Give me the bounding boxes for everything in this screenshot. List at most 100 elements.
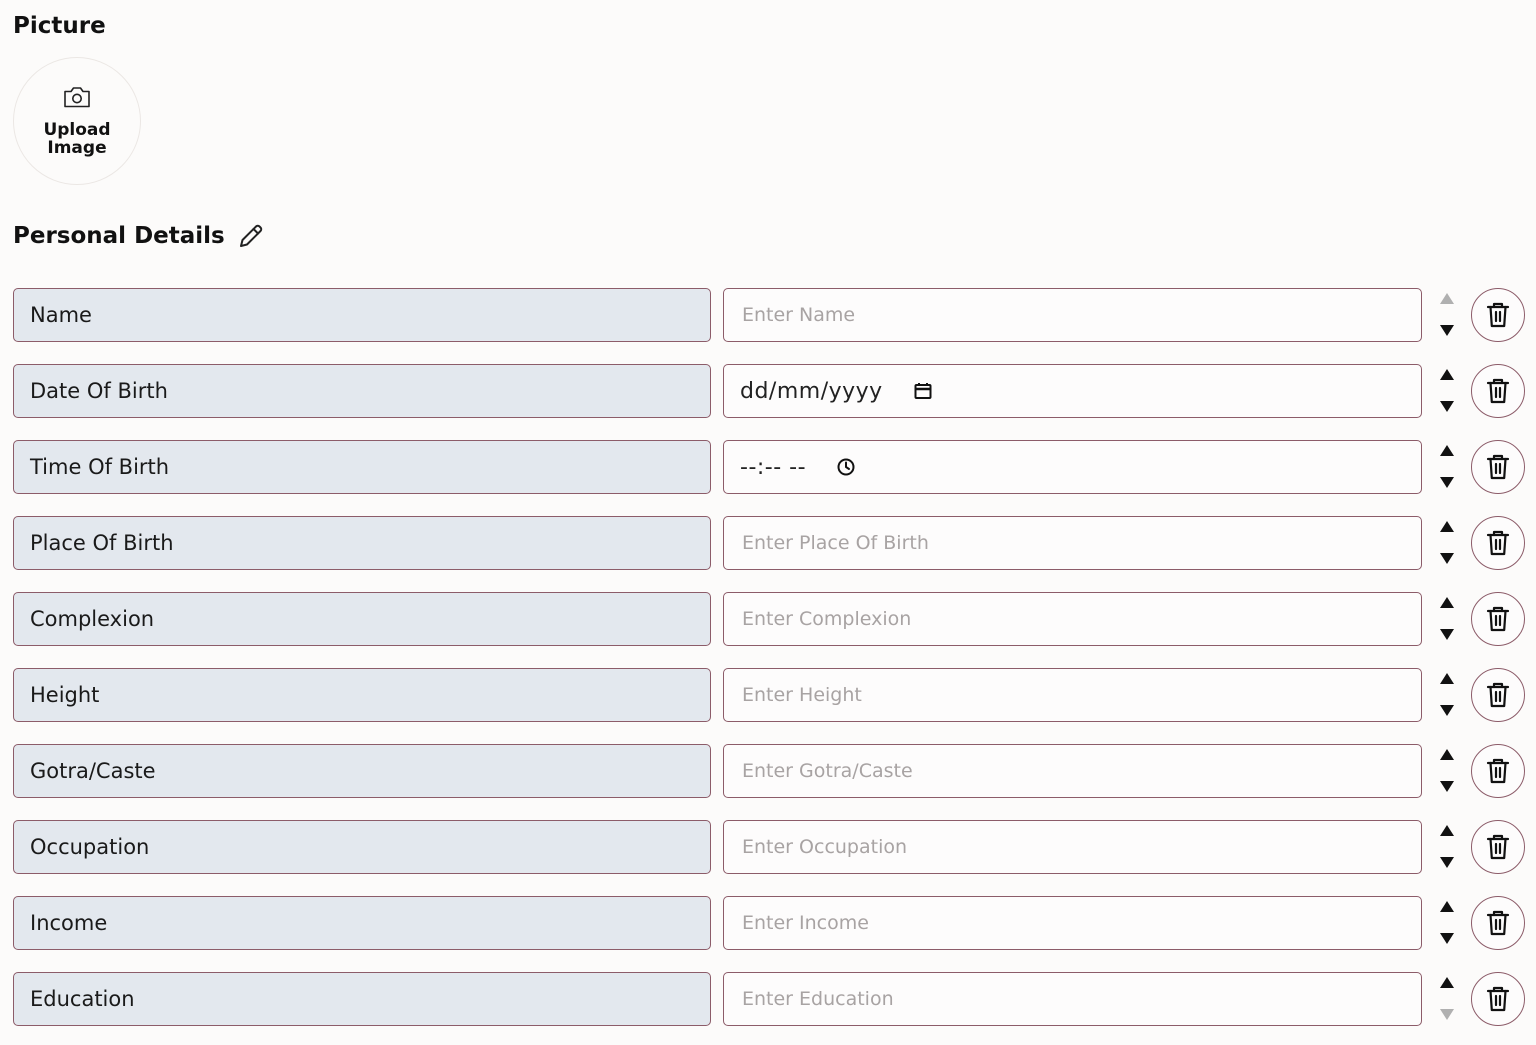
detail-value-input[interactable]	[740, 759, 1421, 783]
date-input[interactable]: dd/mm/yyyy	[740, 379, 933, 404]
detail-label-field[interactable]: Education	[13, 972, 711, 1026]
detail-value-input[interactable]	[740, 987, 1421, 1011]
detail-label-text: Gotra/Caste	[30, 759, 156, 783]
detail-label-field[interactable]: Height	[13, 668, 711, 722]
detail-value-field[interactable]	[723, 896, 1422, 950]
move-down-icon[interactable]	[1440, 705, 1454, 716]
detail-value-field[interactable]	[723, 668, 1422, 722]
detail-value-field[interactable]	[723, 744, 1422, 798]
detail-label-text: Time Of Birth	[30, 455, 170, 479]
move-up-icon[interactable]	[1440, 293, 1454, 304]
detail-label-field[interactable]: Occupation	[13, 820, 711, 874]
trash-icon	[1484, 756, 1512, 786]
detail-value-input[interactable]	[740, 531, 1421, 555]
picture-section-title: Picture	[13, 13, 106, 39]
trash-icon	[1484, 300, 1512, 330]
trash-icon	[1484, 680, 1512, 710]
delete-row-button[interactable]	[1471, 744, 1525, 798]
detail-value-field[interactable]	[723, 820, 1422, 874]
move-down-icon[interactable]	[1440, 1009, 1454, 1020]
detail-row: Gotra/Caste	[0, 744, 1536, 800]
detail-label-field[interactable]: Income	[13, 896, 711, 950]
move-up-icon[interactable]	[1440, 445, 1454, 456]
clock-icon[interactable]	[836, 457, 856, 477]
detail-value-input[interactable]	[740, 607, 1421, 631]
detail-row: Place Of Birth	[0, 516, 1536, 572]
delete-row-button[interactable]	[1471, 820, 1525, 874]
trash-icon	[1484, 832, 1512, 862]
detail-label-field[interactable]: Complexion	[13, 592, 711, 646]
detail-value-input[interactable]	[740, 683, 1421, 707]
reorder-arrows	[1437, 290, 1457, 340]
upload-image-label: Upload Image	[43, 120, 111, 158]
reorder-arrows	[1437, 746, 1457, 796]
detail-row: Education	[0, 972, 1536, 1028]
move-down-icon[interactable]	[1440, 401, 1454, 412]
personal-details-title: Personal Details	[13, 223, 225, 249]
upload-image-button[interactable]: Upload Image	[13, 57, 141, 185]
pencil-icon[interactable]	[236, 221, 266, 251]
time-input[interactable]: --:-- --	[740, 455, 856, 480]
trash-icon	[1484, 984, 1512, 1014]
delete-row-button[interactable]	[1471, 288, 1525, 342]
move-down-icon[interactable]	[1440, 781, 1454, 792]
delete-row-button[interactable]	[1471, 972, 1525, 1026]
detail-value-field[interactable]	[723, 288, 1422, 342]
move-up-icon[interactable]	[1440, 977, 1454, 988]
detail-label-text: Name	[30, 303, 92, 327]
delete-row-button[interactable]	[1471, 364, 1525, 418]
delete-row-button[interactable]	[1471, 592, 1525, 646]
move-down-icon[interactable]	[1440, 477, 1454, 488]
detail-label-field[interactable]: Gotra/Caste	[13, 744, 711, 798]
detail-row: Height	[0, 668, 1536, 724]
detail-label-field[interactable]: Place Of Birth	[13, 516, 711, 570]
detail-value-field[interactable]	[723, 972, 1422, 1026]
reorder-arrows	[1437, 898, 1457, 948]
detail-value-field[interactable]	[723, 592, 1422, 646]
move-down-icon[interactable]	[1440, 857, 1454, 868]
detail-value-input[interactable]	[740, 835, 1421, 859]
reorder-arrows	[1437, 822, 1457, 872]
reorder-arrows	[1437, 518, 1457, 568]
detail-value-input[interactable]	[740, 303, 1421, 327]
profile-form: Picture Upload Image Personal Details Na…	[0, 0, 1536, 1045]
detail-label-text: Date Of Birth	[30, 379, 168, 403]
calendar-icon[interactable]	[913, 381, 933, 401]
camera-icon	[64, 87, 90, 108]
detail-label-field[interactable]: Name	[13, 288, 711, 342]
delete-row-button[interactable]	[1471, 440, 1525, 494]
move-up-icon[interactable]	[1440, 825, 1454, 836]
reorder-arrows	[1437, 974, 1457, 1024]
move-down-icon[interactable]	[1440, 933, 1454, 944]
detail-row: Occupation	[0, 820, 1536, 876]
detail-row: Date Of Birth dd/mm/yyyy	[0, 364, 1536, 420]
move-up-icon[interactable]	[1440, 901, 1454, 912]
detail-value-input[interactable]	[740, 911, 1421, 935]
move-down-icon[interactable]	[1440, 553, 1454, 564]
detail-value-field[interactable]: --:-- --	[723, 440, 1422, 494]
move-up-icon[interactable]	[1440, 749, 1454, 760]
detail-label-field[interactable]: Date Of Birth	[13, 364, 711, 418]
detail-label-field[interactable]: Time Of Birth	[13, 440, 711, 494]
detail-label-text: Education	[30, 987, 135, 1011]
detail-row: Name	[0, 288, 1536, 344]
detail-label-text: Complexion	[30, 607, 155, 631]
delete-row-button[interactable]	[1471, 516, 1525, 570]
move-down-icon[interactable]	[1440, 325, 1454, 336]
delete-row-button[interactable]	[1471, 896, 1525, 950]
move-down-icon[interactable]	[1440, 629, 1454, 640]
reorder-arrows	[1437, 366, 1457, 416]
move-up-icon[interactable]	[1440, 521, 1454, 532]
move-up-icon[interactable]	[1440, 369, 1454, 380]
reorder-arrows	[1437, 594, 1457, 644]
detail-label-text: Place Of Birth	[30, 531, 174, 555]
trash-icon	[1484, 452, 1512, 482]
trash-icon	[1484, 908, 1512, 938]
detail-label-text: Occupation	[30, 835, 150, 859]
detail-value-field[interactable]: dd/mm/yyyy	[723, 364, 1422, 418]
move-up-icon[interactable]	[1440, 673, 1454, 684]
delete-row-button[interactable]	[1471, 668, 1525, 722]
move-up-icon[interactable]	[1440, 597, 1454, 608]
detail-row: Complexion	[0, 592, 1536, 648]
detail-value-field[interactable]	[723, 516, 1422, 570]
